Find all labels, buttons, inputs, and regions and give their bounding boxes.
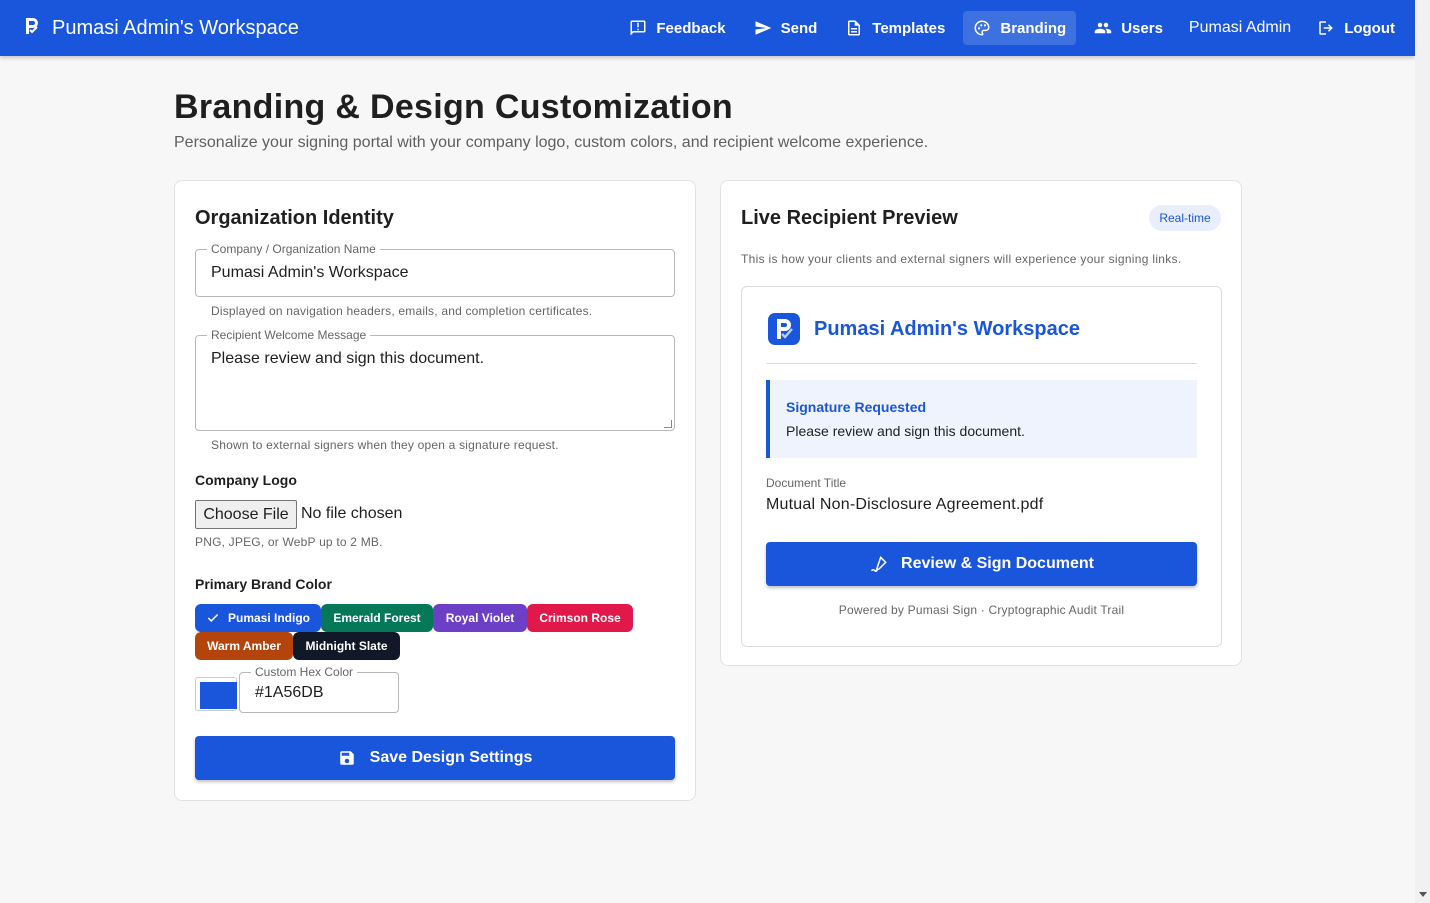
preview-description: This is how your clients and external si… — [741, 252, 1182, 266]
preview-footer: Powered by Pumasi Sign · Cryptographic A… — [838, 603, 1125, 617]
document-title-label: Document Title — [766, 476, 847, 490]
nav-branding-label: Branding — [1000, 19, 1067, 37]
nav-feedback-label: Feedback — [656, 19, 726, 37]
custom-hex-label: Custom Hex Color — [251, 665, 358, 679]
save-design-settings-button[interactable]: Save Design Settings — [195, 736, 675, 780]
review-sign-button[interactable]: Review & Sign Document — [766, 542, 1197, 586]
signing-portal-preview: Pumasi Admin's Workspace Signature Reque… — [741, 286, 1222, 647]
nav-templates-label: Templates — [872, 19, 946, 37]
save-icon — [339, 751, 354, 765]
feedback-icon — [630, 20, 646, 36]
color-chip-crimson-rose[interactable]: Crimson Rose — [527, 604, 633, 632]
nav-branding-button[interactable]: Branding — [963, 11, 1077, 45]
company-name-label: Company / Organization Name — [207, 242, 380, 256]
logo-helper: PNG, JPEG, or WebP up to 2 MB. — [195, 535, 383, 549]
color-chip-emerald-forest[interactable]: Emerald Forest — [321, 604, 433, 632]
custom-hex-value: #1A56DB — [255, 684, 324, 701]
logout-icon — [1319, 21, 1333, 35]
choose-file-button[interactable]: Choose File — [195, 500, 297, 529]
live-recipient-preview-card: Live Recipient Preview Real-time This is… — [720, 180, 1242, 666]
chip-label: Warm Amber — [207, 639, 281, 653]
pumasi-logo-icon — [24, 17, 40, 40]
color-picker-swatch[interactable] — [195, 677, 237, 711]
signature-icon — [871, 555, 887, 572]
brand[interactable]: Pumasi Admin's Workspace — [0, 17, 299, 40]
welcome-message-label: Recipient Welcome Message — [207, 328, 371, 342]
app-bar: Pumasi Admin's Workspace Feedback Send T… — [0, 0, 1415, 56]
page-subtitle: Personalize your signing portal with you… — [174, 134, 929, 151]
organization-identity-card: Organization Identity Company / Organiza… — [174, 180, 696, 801]
logout-label: Logout — [1344, 19, 1395, 37]
nav-templates-button[interactable]: Templates — [835, 11, 955, 45]
top-nav: Feedback Send Templates Branding Users P… — [611, 11, 1415, 45]
logout-button[interactable]: Logout — [1307, 11, 1405, 45]
alert-message: Please review and sign this document. — [786, 423, 1025, 439]
swatch-color — [200, 682, 237, 709]
scroll-down-arrow-icon[interactable] — [1419, 892, 1427, 897]
card-title: Organization Identity — [195, 207, 394, 229]
welcome-message-field[interactable]: Recipient Welcome Message Please review … — [195, 328, 675, 431]
chip-label: Midnight Slate — [305, 639, 388, 653]
chip-label: Crimson Rose — [539, 611, 621, 625]
divider — [766, 363, 1197, 364]
nav-send-button[interactable]: Send — [744, 11, 828, 45]
chip-label: Royal Violet — [445, 611, 515, 625]
review-sign-label: Review & Sign Document — [901, 555, 1094, 572]
preview-org-name: Pumasi Admin's Workspace — [814, 318, 1080, 340]
current-user-name: Pumasi Admin — [1188, 19, 1292, 36]
palette-icon — [974, 20, 990, 36]
users-icon — [1094, 22, 1112, 34]
color-chip-warm-amber[interactable]: Warm Amber — [195, 632, 293, 660]
welcome-message-helper: Shown to external signers when they open… — [211, 438, 559, 452]
file-status: No file chosen — [301, 505, 403, 522]
chip-label: Emerald Forest — [333, 611, 421, 625]
card-title: Live Recipient Preview — [741, 207, 958, 229]
page-title: Branding & Design Customization — [174, 88, 733, 126]
nav-feedback-button[interactable]: Feedback — [619, 11, 735, 45]
save-button-label: Save Design Settings — [369, 749, 533, 766]
workspace-title: Pumasi Admin's Workspace — [52, 16, 299, 39]
custom-hex-field[interactable]: Custom Hex Color #1A56DB — [239, 665, 399, 713]
color-chip-royal-violet[interactable]: Royal Violet — [433, 604, 527, 632]
send-icon — [755, 21, 771, 35]
nav-users-label: Users — [1121, 19, 1163, 37]
company-logo-label: Company Logo — [195, 472, 297, 488]
company-name-field[interactable]: Company / Organization Name Pumasi Admin… — [195, 242, 675, 297]
company-name-helper: Displayed on navigation headers, emails,… — [211, 304, 593, 318]
color-chip-midnight-slate[interactable]: Midnight Slate — [293, 632, 400, 660]
resize-handle-icon[interactable] — [664, 420, 672, 428]
document-title-value: Mutual Non-Disclosure Agreement.pdf — [766, 496, 1044, 513]
check-icon — [207, 613, 219, 622]
document-icon — [848, 20, 861, 36]
chip-label: Pumasi Indigo — [227, 611, 310, 625]
page-scrollbar[interactable] — [1415, 0, 1430, 903]
nav-users-button[interactable]: Users — [1084, 11, 1173, 45]
company-name-value: Pumasi Admin's Workspace — [211, 264, 409, 281]
color-chip-pumasi-indigo[interactable]: Pumasi Indigo — [195, 604, 321, 632]
signature-request-alert: Signature Requested Please review and si… — [766, 380, 1197, 458]
nav-send-label: Send — [780, 19, 818, 37]
brand-color-label: Primary Brand Color — [195, 576, 332, 592]
alert-title: Signature Requested — [786, 399, 927, 415]
welcome-message-value: Please review and sign this document. — [211, 350, 485, 367]
org-logo-icon — [768, 313, 800, 345]
realtime-badge: Real-time — [1149, 205, 1221, 231]
